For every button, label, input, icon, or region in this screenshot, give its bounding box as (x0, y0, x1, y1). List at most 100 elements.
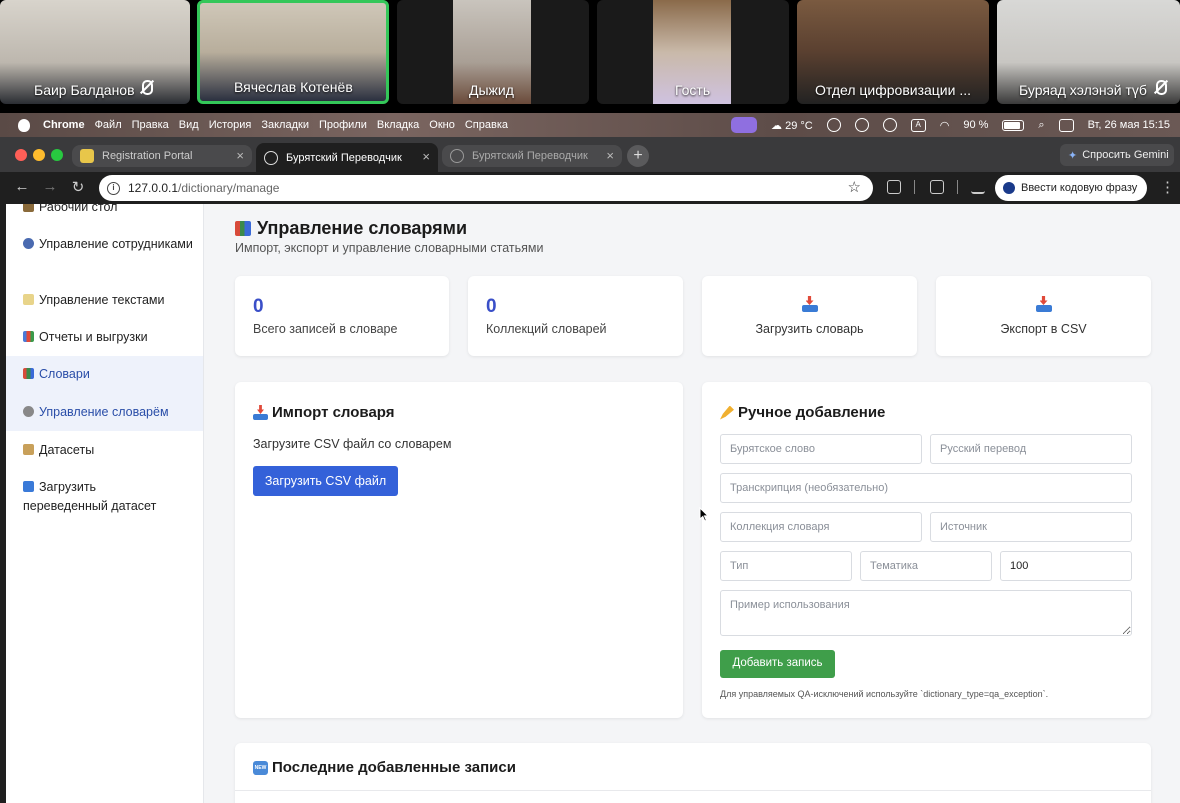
participant-name: Гость (675, 82, 711, 98)
macos-menubar: Chrome Файл Правка Вид История Закладки … (0, 113, 1180, 137)
participant-tile[interactable]: Отдел цифровизации ... (797, 0, 989, 104)
participant-tile[interactable]: Буряад хэлэнэй түб (997, 0, 1180, 104)
search-icon[interactable]: ⌕ (1038, 119, 1044, 132)
sidebar-item-desktop[interactable]: Рабочий стол (6, 204, 203, 220)
passphrase-label: Ввести кодовую фразу (1021, 182, 1138, 194)
collection-input[interactable] (720, 512, 922, 542)
menubar-item[interactable]: Файл (95, 119, 122, 131)
import-dictionary-panel: Импорт словаря Загрузите CSV файл со сло… (235, 382, 683, 718)
zoom-window-button[interactable] (51, 149, 63, 161)
close-window-button[interactable] (15, 149, 27, 161)
browser-tab-active[interactable]: Бурятский Переводчик × (256, 143, 438, 172)
recent-entries-panel: NEW Последние добавленные записи (235, 743, 1151, 803)
menubar-item[interactable]: Профили (319, 119, 367, 131)
menubar-item[interactable]: Закладки (261, 119, 309, 131)
close-tab-icon[interactable]: × (422, 149, 430, 164)
ask-gemini-button[interactable]: ✦ Спросить Gemini (1060, 144, 1174, 166)
books-icon (235, 221, 251, 236)
type-input[interactable] (720, 551, 852, 581)
more-menu-icon[interactable]: ⋮ (1160, 178, 1175, 196)
record-icon[interactable] (826, 118, 841, 132)
sidebar-item-employees[interactable]: Управление сотрудниками (6, 235, 203, 275)
add-entry-button[interactable]: Добавить запись (720, 650, 835, 678)
close-tab-icon[interactable]: × (236, 148, 244, 163)
sidebar-item-texts[interactable]: Управление текстами (6, 291, 203, 311)
mic-muted-icon (1153, 80, 1167, 97)
stat-label: Всего записей в словаре (253, 322, 398, 336)
upload-csv-button[interactable]: Загрузить CSV файл (253, 466, 398, 496)
action-label: Экспорт в CSV (1000, 322, 1087, 336)
site-info-icon[interactable]: i (107, 181, 120, 195)
frequency-input[interactable] (1000, 551, 1132, 581)
menubar-app-name[interactable]: Chrome (43, 119, 85, 131)
sidebar-item-dictionaries[interactable]: Словари (6, 356, 203, 393)
stat-value: 0 (253, 296, 264, 317)
panel-divider (235, 790, 1151, 791)
sidebar-item-reports[interactable]: Отчеты и выгрузки (6, 328, 203, 348)
refresh-icon (23, 481, 34, 492)
new-icon: NEW (253, 760, 268, 775)
menubar-item[interactable]: Справка (465, 119, 508, 131)
participant-tile[interactable]: Гость (597, 0, 789, 104)
russian-translation-input[interactable] (930, 434, 1132, 464)
weather-status[interactable]: ☁ 29 °C (771, 119, 813, 132)
control-center-icon[interactable] (1058, 118, 1074, 132)
sidebar-item-label: Управление текстами (39, 293, 165, 307)
sidebar-item-datasets[interactable]: Датасеты (6, 441, 203, 461)
passphrase-button[interactable]: Ввести кодовую фразу (995, 175, 1147, 201)
participant-tile[interactable]: Баир Балданов (0, 0, 190, 104)
battery-icon[interactable] (1002, 119, 1025, 131)
section-title-text: Импорт словаря (272, 404, 395, 421)
close-tab-icon[interactable]: × (606, 148, 614, 163)
reload-button[interactable]: ↻ (68, 178, 88, 196)
back-button[interactable]: ← (12, 178, 32, 195)
browser-tab[interactable]: Registration Portal × (72, 145, 252, 167)
menubar-item[interactable]: Вид (179, 119, 199, 131)
stat-card-total-entries: 0 Всего записей в словаре (235, 276, 449, 356)
export-csv-card[interactable]: Экспорт в CSV (936, 276, 1151, 356)
participant-name: Отдел цифровизации ... (815, 82, 971, 98)
sidebar-item-label: Управление сотрудниками (39, 237, 193, 251)
play-icon[interactable] (882, 118, 897, 132)
page-content: Рабочий стол Управление сотрудниками Упр… (0, 204, 1180, 803)
participant-tile[interactable]: Вячеслав Котенёв (197, 0, 389, 104)
participant-tile[interactable]: Дыжид (397, 0, 589, 104)
clock[interactable]: Вт, 26 мая 15:15 (1088, 119, 1170, 131)
menubar-item[interactable]: Окно (429, 119, 455, 131)
section-title-text: Ручное добавление (738, 404, 886, 421)
transcription-input[interactable] (720, 473, 1132, 503)
topic-input[interactable] (860, 551, 992, 581)
forward-button[interactable]: → (40, 178, 60, 195)
download-icon[interactable] (971, 180, 985, 194)
cast-icon[interactable] (930, 180, 944, 194)
example-textarea[interactable] (720, 590, 1132, 636)
profile-avatar-icon (1003, 182, 1015, 194)
url-host: 127.0.0.1 (128, 181, 179, 195)
extensions-icon[interactable] (887, 180, 901, 194)
wifi-icon[interactable]: ◠ (940, 119, 950, 132)
section-title: NEW Последние добавленные записи (253, 759, 516, 776)
sidebar-item-upload-dataset[interactable]: Загрузить переведенный датасет (6, 478, 176, 518)
people-icon[interactable] (854, 118, 869, 132)
menubar-item[interactable]: История (209, 119, 252, 131)
minimize-window-button[interactable] (33, 149, 45, 161)
apple-icon[interactable] (18, 118, 30, 132)
bookmark-star-icon[interactable]: ☆ (848, 178, 861, 196)
buryat-word-input[interactable] (720, 434, 922, 464)
upload-dictionary-card[interactable]: Загрузить словарь (702, 276, 917, 356)
address-bar[interactable]: i 127.0.0.1/dictionary/manage ☆ (99, 175, 873, 201)
sidebar-item-dictionary-manage[interactable]: Управление словарём (6, 393, 203, 431)
weather-temp: 29 °C (785, 119, 813, 132)
sidebar: Рабочий стол Управление сотрудниками Упр… (6, 204, 204, 803)
menubar-item[interactable]: Правка (132, 119, 169, 131)
sidebar-item-label: Рабочий стол (39, 204, 118, 214)
screen-share-icon[interactable] (731, 117, 758, 133)
inbox-tray-icon (253, 405, 268, 420)
browser-tab[interactable]: Бурятский Переводчик × (442, 145, 622, 167)
input-source-icon[interactable]: A (910, 118, 926, 132)
stat-card-collections: 0 Коллекций словарей (468, 276, 683, 356)
new-tab-button[interactable]: + (627, 145, 649, 167)
pencil-icon (720, 405, 734, 420)
source-input[interactable] (930, 512, 1132, 542)
menubar-item[interactable]: Вкладка (377, 119, 419, 131)
